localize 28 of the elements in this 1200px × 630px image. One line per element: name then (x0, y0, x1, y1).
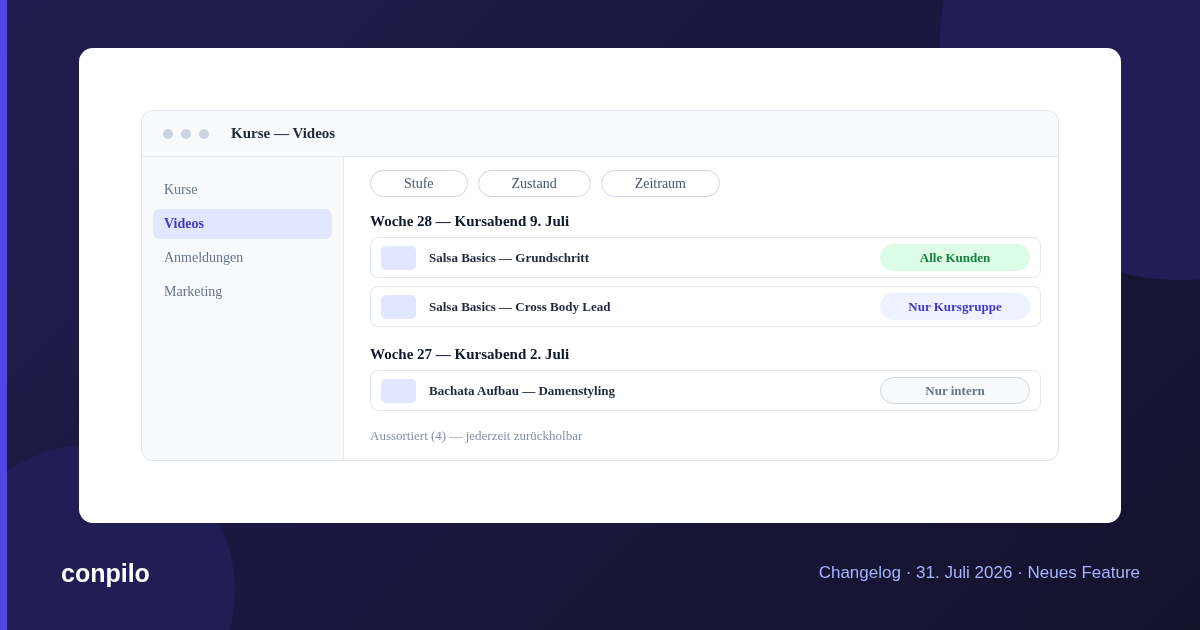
sidebar-item[interactable]: Anmeldungen (153, 243, 332, 273)
video-title: Bachata Aufbau — Damenstyling (429, 382, 616, 399)
video-thumbnail (381, 245, 416, 270)
video-title: Salsa Basics — Grundschritt (429, 249, 590, 266)
week-heading: Woche 27 — Kursabend 2. Juli (370, 345, 571, 363)
brand-logo: conpilo (61, 558, 150, 588)
archived-note: Aussortiert (4) — jederzeit zurückholbar (370, 428, 584, 444)
window-dot-icon[interactable] (181, 128, 191, 139)
video-thumbnail (381, 378, 416, 403)
filter-chip[interactable]: Zustand (477, 170, 591, 197)
video-title: Salsa Basics — Cross Body Lead (429, 298, 612, 315)
week-heading: Woche 28 — Kursabend 9. Juli (370, 212, 571, 230)
video-row[interactable]: Bachata Aufbau — Damenstyling Nur intern (370, 370, 1041, 411)
window-dot-icon[interactable] (163, 128, 173, 139)
window-dot-icon[interactable] (199, 128, 209, 139)
changelog-caption: Changelog · 31. Juli 2026 · Neues Feature (818, 563, 1140, 583)
video-thumbnail (381, 294, 416, 319)
audience-badge: Nur Kursgruppe (880, 293, 1030, 320)
filter-chip[interactable]: Zeitraum (600, 170, 720, 197)
sidebar-item[interactable]: Kurse (153, 175, 332, 205)
sidebar-item[interactable]: Videos (153, 209, 332, 239)
sidebar-item[interactable]: Marketing (153, 277, 332, 307)
window-title: Kurse — Videos (231, 125, 336, 142)
audience-badge: Nur intern (880, 377, 1030, 404)
audience-badge: Alle Kunden (880, 244, 1030, 271)
video-row[interactable]: Salsa Basics — Cross Body Lead Nur Kursgruppe (370, 286, 1041, 327)
filter-chip[interactable]: Stufe (370, 170, 468, 197)
video-row[interactable]: Salsa Basics — Grundschritt Alle Kunden (370, 237, 1041, 278)
